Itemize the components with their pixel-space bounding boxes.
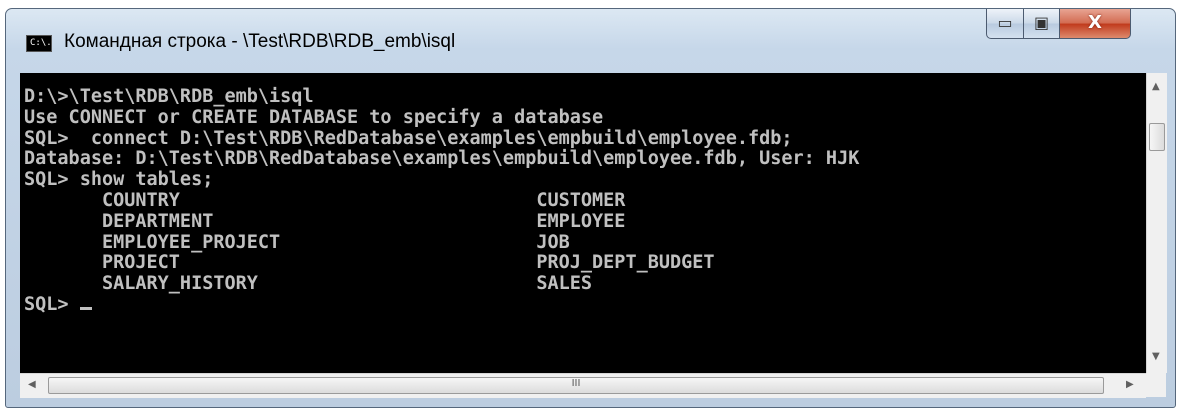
maximize-icon: ▣ bbox=[1033, 13, 1050, 32]
console-output[interactable]: D:\>\Test\RDB\RDB_emb\isql Use CONNECT o… bbox=[20, 73, 1146, 373]
console-window: C:\. Командная строка - \Test\RDB\RDB_em… bbox=[5, 8, 1176, 408]
cmd-icon-text: C:\. bbox=[30, 38, 52, 48]
console-line: DEPARTMENT EMPLOYEE bbox=[24, 210, 626, 232]
horizontal-scrollbar[interactable]: ◀ III ▶ bbox=[20, 373, 1146, 398]
console-line: Use CONNECT or CREATE DATABASE to specif… bbox=[24, 106, 604, 128]
console-line: SQL> show tables; bbox=[24, 169, 214, 191]
title-bar[interactable]: C:\. Командная строка - \Test\RDB\RDB_em… bbox=[6, 9, 1175, 71]
console-line: D:\>\Test\RDB\RDB_emb\isql bbox=[24, 86, 314, 107]
console-text: D:\>\Test\RDB\RDB_emb\isql Use CONNECT o… bbox=[20, 73, 1146, 316]
cmd-icon[interactable]: C:\. bbox=[26, 35, 52, 52]
scroll-down-icon[interactable]: ▼ bbox=[1152, 351, 1160, 362]
minimize-button[interactable]: ▭ bbox=[986, 9, 1024, 39]
console-line: SALARY_HISTORY SALES bbox=[24, 273, 593, 295]
minimize-icon: ▭ bbox=[997, 13, 1013, 32]
scroll-left-icon[interactable]: ◀ bbox=[28, 379, 36, 390]
grip-icon: III bbox=[571, 378, 581, 389]
text-cursor bbox=[79, 306, 92, 310]
console-line: PROJECT PROJ_DEPT_BUDGET bbox=[24, 252, 715, 274]
horizontal-scroll-thumb[interactable]: III bbox=[48, 377, 1104, 394]
scroll-up-icon[interactable]: ▲ bbox=[1152, 81, 1160, 92]
scroll-right-icon[interactable]: ▶ bbox=[1126, 379, 1134, 390]
vertical-scrollbar[interactable]: ▲ ▼ bbox=[1146, 73, 1167, 373]
vertical-scroll-thumb[interactable] bbox=[1149, 123, 1165, 151]
console-line: COUNTRY CUSTOMER bbox=[24, 189, 626, 211]
close-icon: X bbox=[1088, 12, 1102, 33]
console-prompt: SQL> bbox=[24, 293, 80, 315]
resize-grip[interactable] bbox=[1146, 373, 1166, 397]
console-line: SQL> connect D:\Test\RDB\RedDatabase\exa… bbox=[24, 127, 793, 149]
console-line: Database: D:\Test\RDB\RedDatabase\exampl… bbox=[24, 148, 860, 170]
window-title: Командная строка - \Test\RDB\RDB_emb\isq… bbox=[64, 31, 456, 52]
close-button[interactable]: X bbox=[1059, 9, 1131, 39]
console-line: EMPLOYEE_PROJECT JOB bbox=[24, 231, 570, 253]
maximize-button[interactable]: ▣ bbox=[1023, 9, 1060, 39]
